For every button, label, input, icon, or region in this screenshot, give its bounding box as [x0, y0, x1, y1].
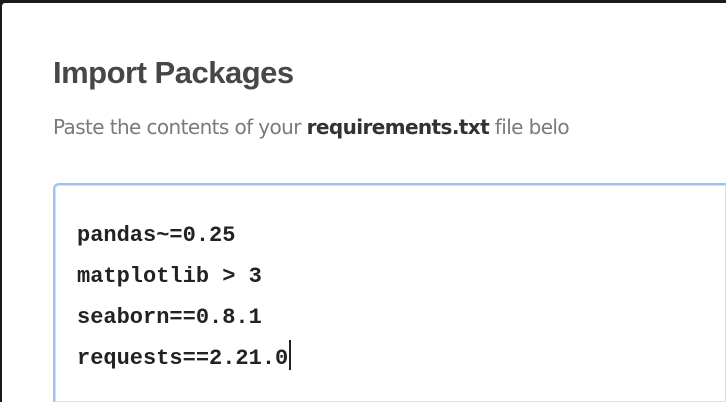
import-packages-dialog: Import Packages Paste the contents of yo… [2, 3, 726, 402]
requirements-content[interactable]: pandas~=0.25 matplotlib > 3 seaborn==0.8.1… [77, 215, 291, 379]
requirement-line-last: requests==2.21.0 [77, 338, 291, 379]
requirement-line: matplotlib > 3 [77, 264, 262, 289]
requirement-line: pandas~=0.25 [77, 223, 236, 248]
subtitle-filename: requirements.txt [306, 115, 490, 139]
subtitle-suffix: file belo [489, 115, 570, 139]
text-cursor [289, 340, 291, 370]
requirement-line: requests==2.21.0 [77, 346, 289, 371]
dialog-subtitle: Paste the contents of your requirements.… [53, 115, 570, 139]
subtitle-prefix: Paste the contents of your [53, 115, 307, 139]
dialog-title: Import Packages [53, 55, 294, 90]
requirement-line: seaborn==0.8.1 [77, 305, 262, 330]
requirements-textarea[interactable]: pandas~=0.25 matplotlib > 3 seaborn==0.8.1… [53, 183, 726, 402]
